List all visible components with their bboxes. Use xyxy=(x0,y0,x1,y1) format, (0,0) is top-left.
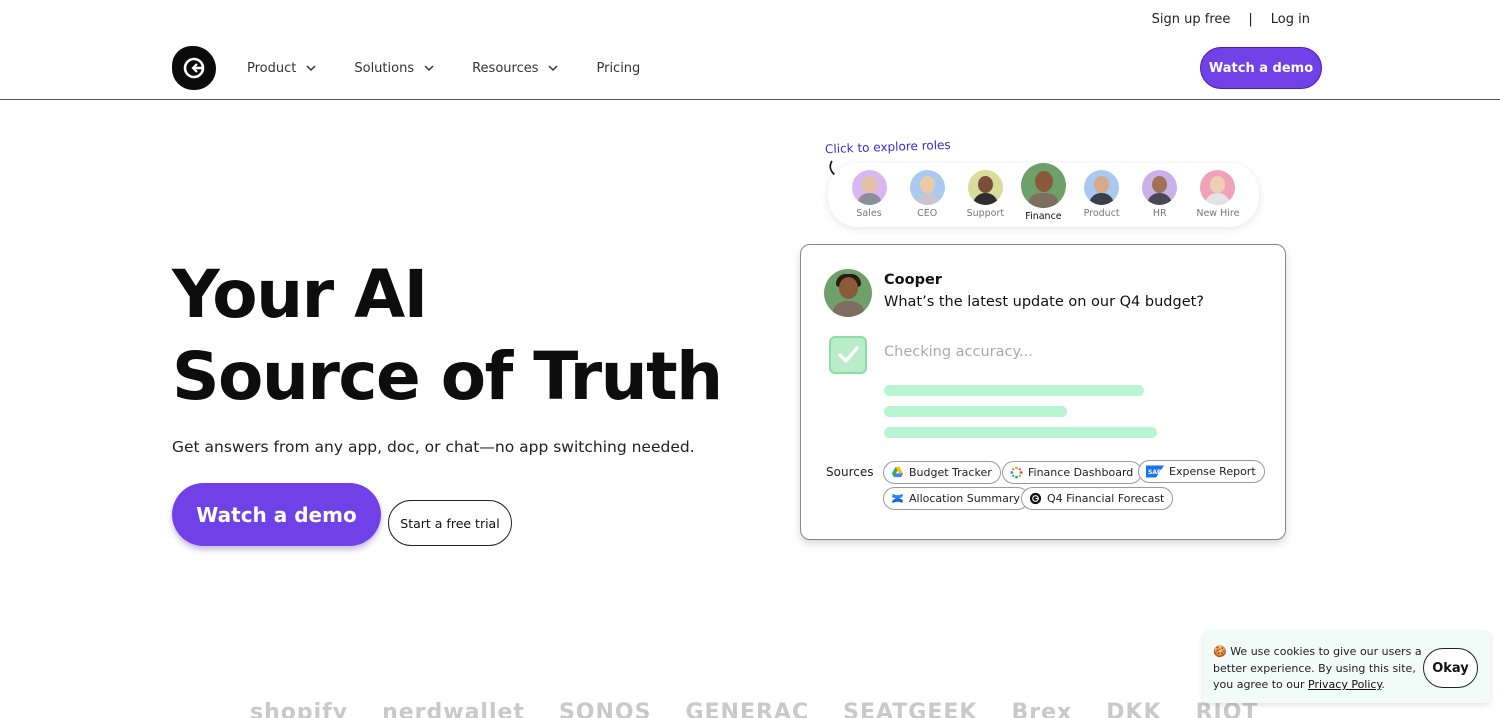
watch-demo-button[interactable]: Watch a demo xyxy=(172,483,381,546)
role-sales[interactable]: Sales xyxy=(841,163,897,227)
cookie-suffix: . xyxy=(1381,678,1385,691)
svg-text:SAP: SAP xyxy=(1148,469,1162,476)
customer-logo: SONOS xyxy=(558,700,652,718)
role-new-hire[interactable]: New Hire xyxy=(1190,163,1246,227)
cookie-banner: 🍪 We use cookies to give our users a bet… xyxy=(1203,631,1490,703)
hero-title-line-2: Source of Truth xyxy=(172,338,723,415)
watch-demo-nav-button[interactable]: Watch a demo xyxy=(1200,47,1322,89)
source-chip-expense-report[interactable]: SAP Expense Report xyxy=(1138,460,1265,483)
role-finance[interactable]: Finance xyxy=(1015,163,1071,227)
avatar xyxy=(1084,170,1120,205)
start-free-trial-button[interactable]: Start a free trial xyxy=(388,500,512,546)
role-support[interactable]: Support xyxy=(957,163,1013,227)
login-link[interactable]: Log in xyxy=(1271,12,1310,27)
nav-item-pricing[interactable]: Pricing xyxy=(596,61,640,76)
source-chip-label: Finance Dashboard xyxy=(1028,466,1134,479)
avatar xyxy=(967,170,1003,205)
chevron-down-icon xyxy=(424,65,434,72)
hero-subtitle: Get answers from any app, doc, or chat—n… xyxy=(172,438,695,456)
nav-item-resources[interactable]: Resources xyxy=(472,61,559,76)
top-links-separator: | xyxy=(1248,12,1253,27)
nav-item-solutions[interactable]: Solutions xyxy=(354,61,435,76)
dashboard-icon xyxy=(1010,466,1023,479)
nav-item-product[interactable]: Product xyxy=(247,61,317,76)
nav-item-label: Solutions xyxy=(354,60,415,76)
chat-user-name: Cooper xyxy=(884,272,942,288)
role-label: Product xyxy=(1083,208,1120,219)
role-label: Sales xyxy=(856,208,882,219)
google-drive-icon xyxy=(891,466,904,478)
source-chip-label: Expense Report xyxy=(1169,465,1256,478)
role-label: New Hire xyxy=(1196,208,1240,219)
avatar xyxy=(1200,170,1236,205)
role-label: Support xyxy=(966,208,1005,219)
confluence-icon xyxy=(891,493,904,504)
avatar xyxy=(1020,163,1066,208)
source-chip-finance-dashboard[interactable]: Finance Dashboard xyxy=(1002,461,1143,484)
role-label: Finance xyxy=(1025,211,1062,222)
logo[interactable] xyxy=(172,46,216,90)
role-hr[interactable]: HR xyxy=(1132,163,1188,227)
source-chip-label: Budget Tracker xyxy=(909,466,992,479)
source-chip-q4-financial-forecast[interactable]: Q4 Financial Forecast xyxy=(1021,487,1174,510)
cookie-icon: 🍪 xyxy=(1213,645,1227,658)
signup-link[interactable]: Sign up free xyxy=(1152,12,1231,27)
nav-item-label: Product xyxy=(247,60,297,76)
loading-bar xyxy=(884,406,1067,417)
chat-message: What’s the latest update on our Q4 budge… xyxy=(884,294,1204,310)
customer-logos: shopify nerdwallet SONOS GENERAC SEATGEEK Bre… xyxy=(250,700,1292,718)
top-links: Sign up free | Log in xyxy=(1152,12,1310,27)
role-product[interactable]: Product xyxy=(1074,163,1130,227)
role-label: HR xyxy=(1152,208,1167,219)
explore-roles-hint: Click to explore roles xyxy=(824,137,951,157)
logo-icon xyxy=(183,57,205,79)
cookie-text: 🍪 We use cookies to give our users a bet… xyxy=(1213,644,1423,694)
avatar xyxy=(824,269,872,317)
sources-label: Sources xyxy=(826,465,874,479)
nav-item-label: Resources xyxy=(472,60,539,76)
customer-logo: DKK xyxy=(1106,700,1162,718)
avatar xyxy=(851,170,887,205)
customer-logo: shopify xyxy=(250,700,349,718)
hero-title: Your AI Source of Truth xyxy=(172,254,723,418)
customer-logo: Brex xyxy=(1011,700,1073,718)
sap-icon: SAP xyxy=(1146,465,1164,478)
chevron-down-icon xyxy=(306,65,316,72)
source-chip-allocation-summary[interactable]: Allocation Summary xyxy=(883,487,1029,510)
source-chip-label: Q4 Financial Forecast xyxy=(1047,492,1165,505)
checking-status: Checking accuracy... xyxy=(884,344,1033,360)
avatar xyxy=(909,170,945,205)
customer-logo: nerdwallet xyxy=(382,700,525,718)
chevron-down-icon xyxy=(548,65,559,72)
source-chip-label: Allocation Summary xyxy=(909,492,1020,505)
main-nav: Product Solutions Resources Pricing Watc… xyxy=(172,46,1322,90)
nav-items: Product Solutions Resources Pricing xyxy=(247,61,677,76)
role-ceo[interactable]: CEO xyxy=(899,163,955,227)
loading-bar xyxy=(884,427,1157,438)
customer-logo: GENERAC xyxy=(685,700,810,718)
chat-card: Cooper What’s the latest update on our Q… xyxy=(800,244,1286,540)
cookie-okay-button[interactable]: Okay xyxy=(1423,648,1478,688)
nav-item-label: Pricing xyxy=(596,60,641,76)
source-chip-budget-tracker[interactable]: Budget Tracker xyxy=(883,461,1001,484)
loading-bar xyxy=(884,385,1144,396)
avatar xyxy=(1142,170,1178,205)
role-selector: Sales CEO Support Finance Product HR New Hire xyxy=(828,163,1259,227)
customer-logo: SEATGEEK xyxy=(843,700,978,718)
check-icon xyxy=(829,336,867,374)
role-label: CEO xyxy=(917,208,938,219)
privacy-policy-link[interactable]: Privacy Policy xyxy=(1308,678,1381,691)
nav-divider xyxy=(0,99,1500,100)
hero-title-line-1: Your AI xyxy=(172,256,428,333)
guru-icon xyxy=(1029,492,1042,505)
